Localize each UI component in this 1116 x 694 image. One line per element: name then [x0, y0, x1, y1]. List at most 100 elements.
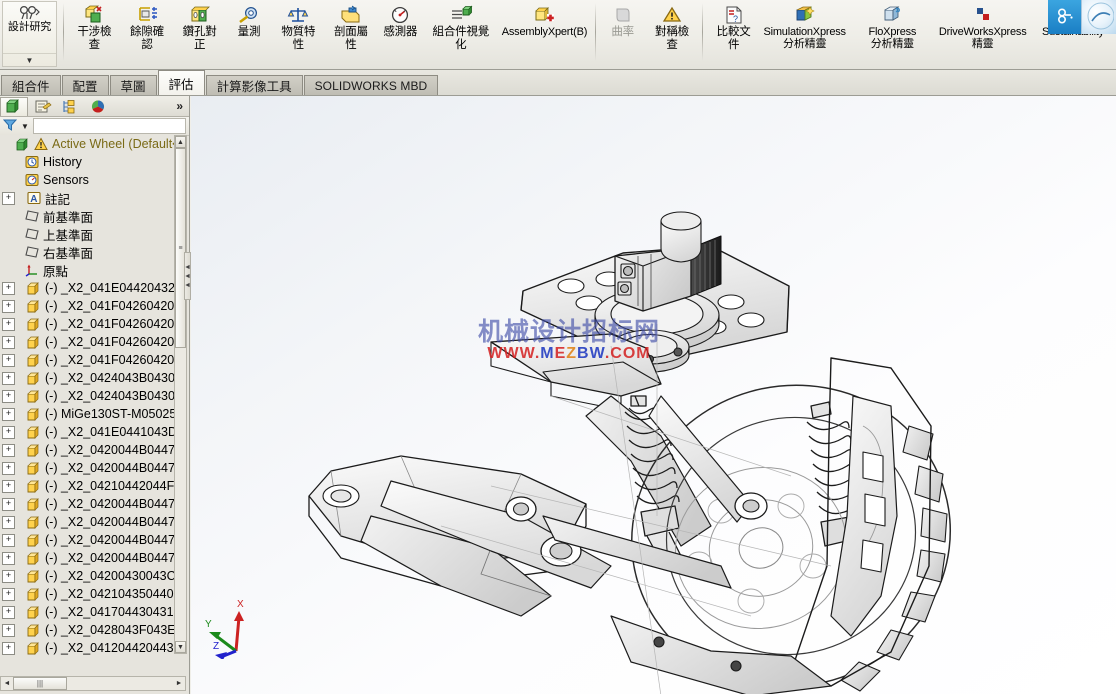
feature-manager-tab[interactable]	[0, 96, 28, 116]
help-button[interactable]	[1048, 0, 1081, 34]
tree-expand-toggle[interactable]: +	[2, 551, 15, 565]
tab-evaluate[interactable]: 評估	[157, 70, 205, 95]
ribbon-item-interference-check[interactable]: 干涉檢查	[69, 2, 120, 64]
tab-render-tools[interactable]: 計算影像工具	[205, 75, 303, 95]
tree-node[interactable]: + (-) _X2_041F04260420_X(	[0, 297, 175, 315]
tree-node[interactable]: + (-) _X2_041E0442043204	[0, 279, 175, 297]
ribbon-item-section-properties[interactable]: 剖面屬性	[326, 2, 377, 64]
cad-model[interactable]	[191, 96, 1116, 694]
plane-icon	[23, 209, 41, 223]
tree-expand-toggle[interactable]: +	[2, 605, 15, 619]
scroll-down-button[interactable]: ▼	[175, 641, 186, 653]
tree-node[interactable]: + (-) _X2_0424043B043004	[0, 369, 175, 387]
ribbon-item-driveworksxpress[interactable]: DriveWorksXpress 精靈	[936, 2, 1029, 64]
tree-expand-toggle[interactable]: +	[2, 353, 15, 367]
ribbon-item-floxpress[interactable]: FloXpress 分析精靈	[850, 2, 934, 64]
feature-filter-input[interactable]	[32, 118, 186, 134]
display-manager-tab[interactable]	[84, 97, 112, 116]
panel-expand-chevron[interactable]: »	[176, 99, 189, 113]
configuration-manager-tab[interactable]	[56, 97, 84, 116]
tree-node[interactable]: + (-) _X2_0420044B044704	[0, 531, 175, 549]
tree-expand-toggle[interactable]: +	[2, 533, 15, 547]
tree-node[interactable]: + (-) _X2_04170443043104	[0, 603, 175, 621]
scroll-thumb-horizontal[interactable]: |||	[13, 677, 67, 690]
tree-node[interactable]: + (-) MiGe130ST-M05025<	[0, 405, 175, 423]
tree-node[interactable]: + (-) _X2_04210442044F04	[0, 477, 175, 495]
tree-expand-toggle[interactable]: +	[2, 389, 15, 403]
tree-expand-toggle[interactable]: +	[2, 569, 15, 583]
tree-node[interactable]: + (-) _X2_0428043F043E04	[0, 621, 175, 639]
tree-expand-toggle[interactable]: +	[2, 371, 15, 385]
tree-expand-toggle[interactable]: +	[2, 191, 15, 205]
tree-expand-toggle[interactable]: +	[2, 407, 15, 421]
tree-expand-toggle[interactable]: +	[2, 515, 15, 529]
tree-expand-toggle[interactable]: +	[2, 497, 15, 511]
tree-expand-toggle[interactable]: +	[2, 425, 15, 439]
scroll-thumb-vertical[interactable]: ≡	[175, 148, 186, 348]
panel-splitter-handle[interactable]: ◄ ◄ ◄	[184, 252, 191, 300]
ribbon-item-symmetry-check[interactable]: 對稱檢查	[647, 2, 698, 64]
tree-expand-toggle[interactable]: +	[2, 335, 15, 349]
ribbon-item-clearance-verification[interactable]: 餘隙確認	[122, 2, 173, 64]
tab-solidworks-mbd[interactable]: SOLIDWORKS MBD	[303, 75, 439, 95]
tree-node[interactable]: 原點	[0, 261, 175, 279]
tree-node[interactable]: + (-) _X2_0420044B044704	[0, 549, 175, 567]
tree-node[interactable]: + (-) _X2_041E0441043D04	[0, 423, 175, 441]
tree-node[interactable]: + (-) _X2_0424043B043004	[0, 387, 175, 405]
tree-root-node[interactable]: Active Wheel (Default<D	[0, 135, 175, 153]
tree-node[interactable]: Sensors	[0, 171, 175, 189]
ribbon-item-hole-alignment[interactable]: 鑽孔對正	[174, 2, 225, 64]
tree-expand-toggle[interactable]: +	[2, 461, 15, 475]
tree-node[interactable]: + (-) _X2_041F04260420_X(	[0, 333, 175, 351]
scroll-up-button[interactable]: ▲	[175, 136, 186, 148]
tree-node[interactable]: 前基準面	[0, 207, 175, 225]
feature-tree[interactable]: Active Wheel (Default<D History Sensors + A…	[0, 135, 175, 655]
scroll-right-button[interactable]: ►	[173, 677, 185, 690]
ribbon-item-curvature[interactable]: 曲率	[601, 2, 645, 64]
tree-node[interactable]: + (-) _X2_04210435044004	[0, 585, 175, 603]
tree-expand-toggle[interactable]: +	[2, 317, 15, 331]
tree-node[interactable]: + (-) _X2_041F04260420_X(	[0, 315, 175, 333]
tree-node-label: (-) _X2_041F04260420_X(	[45, 317, 175, 331]
solidworks-orb-button[interactable]	[1081, 0, 1116, 34]
ribbon-item-simulationxpress[interactable]: SimulationXpress 分析精靈	[761, 2, 848, 64]
ribbon-item-compare-documents[interactable]: ? 比較文件	[708, 2, 759, 64]
tree-node[interactable]: History	[0, 153, 175, 171]
tree-node-label: (-) _X2_04210442044F04	[45, 479, 175, 493]
tree-node[interactable]: + (-) _X2_041F04260420_X(	[0, 351, 175, 369]
ribbon-item-assembly-visualization[interactable]: 組合件視覺化	[424, 2, 497, 64]
tree-node[interactable]: + (-) _X2_0420044B044704	[0, 459, 175, 477]
tree-expand-toggle[interactable]: +	[2, 587, 15, 601]
tree-vertical-scrollbar[interactable]: ▲ ≡ ▼	[174, 135, 187, 654]
tree-node[interactable]: + (-) _X2_04200430043C04	[0, 567, 175, 585]
ribbon-item-mass-properties[interactable]: 物質特性	[273, 2, 324, 64]
tree-expand-toggle[interactable]: +	[2, 479, 15, 493]
tree-node[interactable]: + (-) _X2_0420044B044704	[0, 513, 175, 531]
tree-node[interactable]: + A 註記	[0, 189, 175, 207]
tree-expand-toggle[interactable]: +	[2, 443, 15, 457]
tab-sketch[interactable]: 草圖	[109, 75, 157, 95]
tree-expand-toggle[interactable]: +	[2, 281, 15, 295]
design-study-button[interactable]: 設計研究 ▼	[2, 1, 57, 67]
tree-expand-toggle[interactable]: +	[2, 641, 15, 655]
tab-assembly[interactable]: 組合件	[1, 75, 61, 95]
scroll-left-button[interactable]: ◄	[1, 677, 13, 690]
ribbon-item-sensor[interactable]: 感測器	[378, 2, 422, 64]
tree-node[interactable]: + (-) _X2_0420044B044704	[0, 495, 175, 513]
property-manager-tab[interactable]	[28, 97, 56, 116]
filter-icon[interactable]	[2, 118, 18, 135]
filter-dropdown-caret[interactable]: ▼	[21, 122, 29, 131]
ribbon-item-measure[interactable]: 量測	[227, 2, 271, 64]
ribbon-item-assembly-xpert[interactable]: AssemblyXpert(B)	[499, 2, 589, 64]
tree-root-label: Active Wheel (Default<D	[52, 137, 175, 151]
tree-expand-toggle[interactable]: +	[2, 299, 15, 313]
tree-horizontal-scrollbar[interactable]: ◄ ||| ►	[0, 676, 186, 691]
tree-node[interactable]: 上基準面	[0, 225, 175, 243]
tree-node[interactable]: + (-) _X2_04120442044304	[0, 639, 175, 655]
tree-expand-toggle[interactable]: +	[2, 623, 15, 637]
tree-node[interactable]: 右基準面	[0, 243, 175, 261]
graphics-viewport[interactable]: 机械设计招标网 WWW.MEZBW.COM X Y Z	[191, 96, 1116, 694]
tab-layout[interactable]: 配置	[61, 75, 109, 95]
design-study-dropdown[interactable]: ▼	[3, 53, 56, 66]
tree-node[interactable]: + (-) _X2_0420044B044704	[0, 441, 175, 459]
